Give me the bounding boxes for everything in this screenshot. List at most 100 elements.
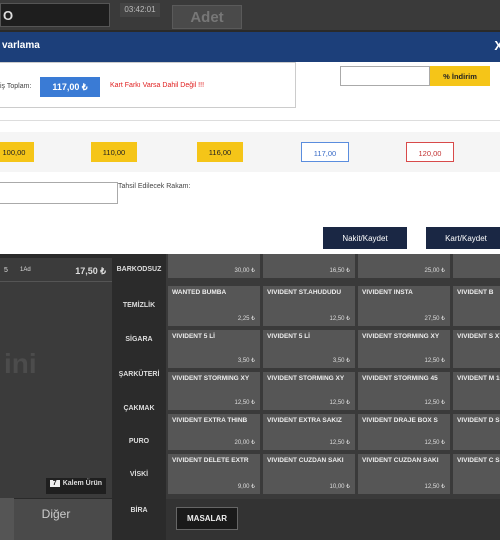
quick-amount-1[interactable]: 100,00 [0,142,34,162]
adet-button[interactable]: Adet [172,5,242,29]
product-price: 30,00 ₺ [234,268,256,274]
category-cakmak[interactable]: ÇAKMAK [112,405,166,412]
product-tile[interactable]: VIVIDENT STORMING XY 12,50 ₺ [358,330,450,368]
product-name: VIVIDENT STORMING 45 [362,375,438,382]
product-tile[interactable]: VIVIDENT B [453,286,500,326]
product-name: VIVIDENT DELETE EXTR [172,457,249,464]
product-name: VIVIDENT CUZDAN SAKI [362,457,439,464]
product-price: 20,00 ₺ [234,440,256,446]
total-amount: 117,00 ₺ [40,77,100,97]
other-button[interactable]: Diğer [0,498,112,540]
barcode-field[interactable]: O [0,3,110,27]
left-button[interactable] [0,498,14,540]
category-bira[interactable]: BİRA [112,507,166,514]
quick-amount-5[interactable]: 120,00 [406,142,454,162]
product-name: WANTED BUMBA [172,289,227,296]
product-tile[interactable]: VIVIDENT DELETE EXTR 9,00 ₺ [168,454,260,494]
category-list: BARKODSUZ TEMİZLİK SİGARA ŞARKÜTERİ ÇAKM… [112,254,166,540]
product-price: 10,00 ₺ [329,484,351,490]
discount-input[interactable] [340,66,430,86]
product-price: 12,50 ₺ [329,400,351,406]
category-puro[interactable]: PURO [112,438,166,445]
quick-amount-4[interactable]: 117,00 [301,142,349,162]
quick-amount-3[interactable]: 116,00 [197,142,243,162]
product-tile[interactable]: WANTED BUMBA 2,25 ₺ [168,286,260,326]
product-price: 9,00 ₺ [237,484,255,490]
divider [0,120,500,121]
product-name: VIVIDENT CUZDAN SAKI [267,457,344,464]
category-sigara[interactable]: SİGARA [112,336,166,343]
cart-line-price: 17,50 ₺ [75,266,106,276]
product-price: 12,50 ₺ [424,400,446,406]
close-icon[interactable]: X [494,38,500,53]
product-name: VIVIDENT C SAKI [457,457,500,464]
cart-line[interactable]: 5 1Ad 17,50 ₺ [0,260,112,282]
item-count-label: Kalem Ürün [62,480,102,487]
product-price: 25,00 ₺ [424,268,446,274]
product-tile[interactable]: 16,50 ₺ [263,250,355,278]
modal-title: varlama [2,40,40,51]
product-tile[interactable]: VIVIDENT C SAKI [453,454,500,494]
product-price: 3,50 ₺ [332,358,350,364]
cart-panel: 5 1Ad 17,50 ₺ ini 7 Kalem Ürün Diğer [0,258,112,540]
product-name: VIVIDENT EXTRA SAKIZ [267,417,342,424]
product-tile[interactable]: VIVIDENT EXTRA SAKIZ 12,50 ₺ [263,414,355,450]
card-save-button[interactable]: Kart/Kaydet [426,227,500,249]
item-count-badge: 7 Kalem Ürün [45,478,106,494]
top-bar: O 03:42:01 Adet [0,0,500,30]
product-price: 12,50 ₺ [424,484,446,490]
product-price: 12,50 ₺ [234,400,256,406]
category-sarkuteri[interactable]: ŞARKÜTERİ [112,371,166,378]
category-temizlik[interactable]: TEMİZLİK [112,302,166,309]
clock-display: 03:42:01 [120,3,160,17]
product-tile[interactable]: 30,00 ₺ [168,250,260,278]
cart-line-qty: 5 [4,267,8,274]
product-name: VIVIDENT STORMING XY [362,333,440,340]
quick-amount-2[interactable]: 110,00 [91,142,137,162]
product-tile[interactable]: VIVIDENT CUZDAN SAKI 12,50 ₺ [358,454,450,494]
product-grid: 30,00 ₺ 16,50 ₺ 25,00 ₺ WANTED BUMBA 2,25 ₺ V… [166,250,500,499]
discount-button[interactable]: % İndirim [430,66,490,86]
category-viski[interactable]: VİSKİ [112,471,166,478]
product-tile[interactable]: VIVIDENT STORMING XY 12,50 ₺ [263,372,355,410]
product-name: VIVIDENT ST.AHUDUDU [267,289,342,296]
product-tile[interactable]: VIVIDENT 5 Lİ 3,50 ₺ [263,330,355,368]
product-tile[interactable]: VIVIDENT EXTRA THINB 20,00 ₺ [168,414,260,450]
cash-save-button[interactable]: Nakit/Kaydet [323,227,407,249]
product-price: 16,50 ₺ [329,268,351,274]
total-label: iş Toplam: [0,83,32,90]
item-count: 7 [49,480,60,487]
product-tile[interactable]: VIVIDENT DRAJE BOX S 12,50 ₺ [358,414,450,450]
cart-background-text: ini [4,348,37,379]
product-price: 12,50 ₺ [329,440,351,446]
category-barkodsuz[interactable]: BARKODSUZ [112,266,166,273]
product-price: 2,25 ₺ [237,316,255,322]
product-tile[interactable]: VIVIDENT CUZDAN SAKI 10,00 ₺ [263,454,355,494]
product-price: 27,50 ₺ [424,316,446,322]
product-tile[interactable] [453,250,500,278]
product-name: VIVIDENT S XY [457,333,500,340]
payment-input[interactable] [0,182,118,204]
product-tile[interactable]: VIVIDENT S XY [453,330,500,368]
product-price: 12,50 ₺ [424,440,446,446]
product-tile[interactable]: 25,00 ₺ [358,250,450,278]
product-name: VIVIDENT STORMING XY [172,375,250,382]
product-price: 3,50 ₺ [237,358,255,364]
product-name: VIVIDENT B [457,289,494,296]
product-tile[interactable]: VIVIDENT STORMING 45 12,50 ₺ [358,372,450,410]
card-warning: Kart Farkı Varsa Dahil Değil !!! [110,82,205,89]
product-tile[interactable]: VIVIDENT M 10 [453,372,500,410]
product-tile[interactable]: VIVIDENT 5 Lİ 3,50 ₺ [168,330,260,368]
product-name: VIVIDENT STORMING XY [267,375,345,382]
product-tile[interactable]: VIVIDENT STORMING XY 12,50 ₺ [168,372,260,410]
cart-line-unit: 1Ad [20,267,31,273]
product-tile[interactable]: VIVIDENT ST.AHUDUDU 12,50 ₺ [263,286,355,326]
product-price: 12,50 ₺ [329,316,351,322]
payment-modal: varlama X iş Toplam: 117,00 ₺ Kart Farkı… [0,32,500,254]
product-name: VIVIDENT INSTA [362,289,413,296]
masalar-button[interactable]: MASALAR [176,507,238,530]
product-tile[interactable]: VIVIDENT D S [453,414,500,450]
tahsil-label: Tahsil Edilecek Rakam: [118,183,191,190]
product-tile[interactable]: VIVIDENT INSTA 27,50 ₺ [358,286,450,326]
product-name: VIVIDENT D S [457,417,500,424]
